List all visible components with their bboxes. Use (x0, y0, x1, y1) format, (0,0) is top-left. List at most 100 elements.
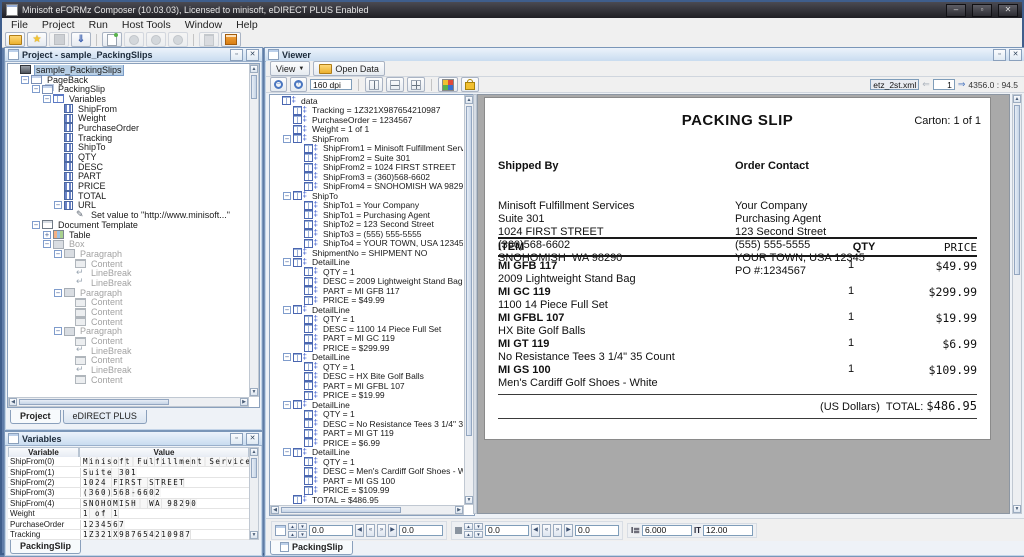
tree-node[interactable]: QTY = 1 (272, 266, 463, 277)
tab-packingslip[interactable]: PackingSlip (270, 541, 354, 555)
tree-node[interactable]: ShipmentNo = SHIPMENT NO (272, 247, 463, 258)
tree-node[interactable]: − Paragraph (10, 288, 248, 298)
scroll-thumb[interactable] (19, 399, 169, 405)
tree-node[interactable]: LineBreak (10, 345, 248, 356)
packing-slip-page[interactable]: PACKING SLIP Carton: 1 of 1 Shipped By M… (484, 97, 991, 440)
menu-file[interactable]: File (4, 18, 35, 32)
run-button[interactable] (124, 32, 144, 47)
tree-node[interactable]: PurchaseOrder = 1234567 (272, 114, 463, 125)
menu-help[interactable]: Help (229, 18, 265, 32)
page-number-input[interactable]: 1 (932, 79, 955, 90)
tree-node[interactable]: ShipFrom (10, 104, 248, 114)
fast-right-arrow-icon[interactable]: » (553, 523, 562, 537)
tree-node[interactable]: ShipFrom2 = 1024 FIRST STREET (272, 162, 463, 172)
panel-close-icon[interactable]: ✕ (246, 48, 259, 61)
expand-toggle-icon[interactable]: − (283, 353, 291, 362)
tree-node[interactable]: Weight (10, 113, 248, 123)
save-button[interactable] (49, 32, 69, 47)
tree-node[interactable]: + Table (10, 230, 248, 240)
tree-node[interactable]: ShipFrom3 = (360)568-6602 (272, 171, 463, 182)
fast-left-arrow-icon[interactable]: « (366, 523, 375, 537)
variable-row[interactable]: PurchaseOrder 1234567 (8, 519, 249, 530)
tree-node[interactable]: −DetailLine (272, 352, 463, 362)
tree-node[interactable]: DESC = Men's Cardiff Golf Shoes - White (272, 466, 463, 476)
project-tree-hscrollbar[interactable]: ◀ ▶ (8, 397, 249, 407)
panel-maximize-icon[interactable]: ▫ (230, 48, 243, 61)
tab-edirect-plus[interactable]: eDIRECT PLUS (62, 410, 147, 424)
expand-toggle-icon[interactable]: − (283, 400, 291, 409)
expand-toggle-icon[interactable]: + (43, 230, 51, 239)
indent-input[interactable]: 6.000 (641, 524, 692, 536)
tree-node[interactable]: QTY (10, 152, 248, 162)
tree-node[interactable]: Content (10, 317, 248, 327)
variables-panel-titlebar[interactable]: Variables ▫ ✕ (5, 432, 262, 446)
expand-toggle-icon[interactable]: − (43, 240, 51, 249)
panel-close-icon[interactable]: ✕ (246, 432, 259, 445)
tree-node[interactable]: LineBreak (10, 268, 248, 279)
tree-node[interactable]: PRICE = $19.99 (272, 390, 463, 400)
fast-right-arrow-icon[interactable]: » (377, 523, 386, 537)
tree-node[interactable]: PRICE = $6.99 (272, 437, 463, 448)
data-tree-hscrollbar[interactable]: ◀ ▶ (270, 505, 464, 515)
tree-node[interactable]: PRICE = $299.99 (272, 342, 463, 353)
expand-toggle-icon[interactable]: − (54, 201, 62, 210)
menu-project[interactable]: Project (35, 18, 82, 32)
scroll-thumb[interactable] (281, 507, 401, 513)
tree-node[interactable]: QTY = 1 (272, 361, 463, 372)
tree-node[interactable]: Content (10, 259, 248, 269)
layout-single-button[interactable] (365, 77, 383, 92)
tree-node[interactable]: LineBreak (10, 365, 248, 376)
tree-node[interactable]: PART = MI GFBL 107 (272, 380, 463, 391)
font-size-input[interactable]: 12.00 (703, 524, 754, 536)
layout-grid-button[interactable] (407, 77, 425, 92)
tree-node[interactable]: ShipFrom4 = SNOHOMISH WA 98290 (272, 181, 463, 191)
first-arrow-icon[interactable]: ◀ (531, 523, 540, 537)
expand-toggle-icon[interactable]: − (32, 220, 40, 229)
expand-toggle-icon[interactable]: − (32, 85, 40, 94)
view-menu-button[interactable]: View ▼ (270, 61, 311, 76)
tree-node[interactable]: ShipTo1 = Purchasing Agent (272, 209, 463, 220)
tree-node[interactable]: PRICE = $49.99 (272, 295, 463, 305)
tree-node[interactable]: LineBreak (10, 277, 248, 288)
variable-row[interactable]: ShipFrom(1) Suite 301 (8, 467, 249, 478)
new-project-button[interactable]: ★ (27, 32, 47, 47)
next-page-arrow-icon[interactable]: ⇒ (958, 80, 966, 89)
lock-button[interactable] (461, 77, 479, 92)
last-arrow-icon[interactable]: ▶ (564, 523, 573, 537)
page-nudge-spinner[interactable]: ▲ ▼ ▲ ▼ (288, 522, 307, 538)
expand-toggle-icon[interactable]: − (43, 94, 51, 103)
menu-run[interactable]: Run (82, 18, 115, 32)
tree-node[interactable]: Content (10, 375, 248, 385)
tree-node[interactable]: PART (10, 171, 248, 181)
package-button[interactable] (221, 32, 241, 47)
minimize-button[interactable]: – (946, 3, 966, 17)
tree-node[interactable]: Content (10, 355, 248, 365)
menu-host-tools[interactable]: Host Tools (115, 18, 178, 32)
tree-node[interactable]: − PageBack (10, 75, 248, 85)
tree-node[interactable]: TOTAL = $486.95 (272, 494, 463, 504)
pause-button[interactable] (146, 32, 166, 47)
tree-node[interactable]: QTY = 1 (272, 456, 463, 467)
viewer-panel-titlebar[interactable]: Viewer ▫ ✕ (265, 48, 1024, 62)
tree-node[interactable]: PRICE (10, 181, 248, 191)
tree-node[interactable]: ShipTo2 = 123 Second Street (272, 219, 463, 229)
expand-toggle-icon[interactable]: − (283, 134, 291, 143)
zoom-in-button[interactable]: + (290, 77, 307, 92)
layout-split-button[interactable] (386, 77, 404, 92)
tree-node[interactable]: − Paragraph (10, 249, 248, 259)
expand-toggle-icon[interactable]: − (283, 191, 291, 200)
tree-node[interactable]: Content (10, 297, 248, 307)
tree-node[interactable]: PART = MI GS 100 (272, 475, 463, 486)
variable-row[interactable]: Tracking 1Z321X987654210987 (8, 529, 249, 540)
delete-button[interactable] (199, 32, 219, 47)
expand-toggle-icon[interactable]: − (54, 327, 62, 336)
expand-toggle-icon[interactable]: − (283, 258, 291, 267)
prev-page-arrow-icon[interactable]: ⇐ (922, 80, 930, 89)
tab-packingslip[interactable]: PackingSlip (10, 540, 82, 554)
first-arrow-icon[interactable]: ◀ (355, 523, 364, 537)
object-nudge-spinner[interactable]: ▲ ▼ ▲ ▼ (464, 522, 483, 538)
expand-toggle-icon[interactable]: − (54, 249, 62, 258)
tree-node[interactable]: − Document Template (10, 220, 248, 230)
import-button[interactable]: ⇓ (71, 32, 91, 47)
scroll-thumb[interactable] (1014, 105, 1020, 275)
